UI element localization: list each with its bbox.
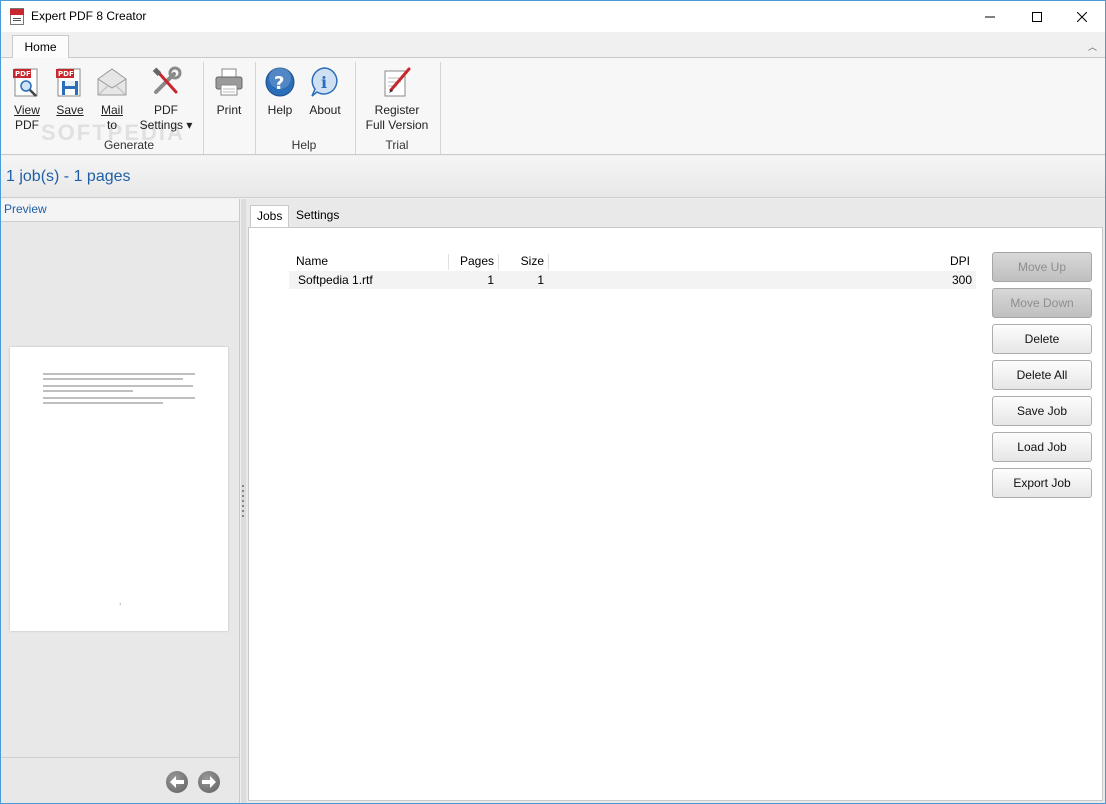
pdf-settings-label-1: PDF — [154, 103, 178, 117]
splitter-grip — [242, 485, 244, 487]
delete-all-button[interactable]: Delete All — [992, 360, 1092, 390]
mail-icon — [97, 68, 127, 96]
tools-icon — [152, 66, 182, 94]
save-pdf-icon: PDF — [56, 68, 81, 97]
app-window: Expert PDF 8 Creator Home ︿ SOFTPEDIA PD… — [0, 0, 1106, 804]
register-icon — [384, 67, 411, 97]
arrow-left-icon — [170, 776, 184, 788]
info-icon: i — [311, 67, 338, 97]
help-button[interactable]: ? Help — [263, 66, 297, 118]
ribbon-collapse-icon[interactable]: ︿ — [1088, 40, 1097, 53]
about-button[interactable]: i About — [305, 66, 345, 118]
splitter-grip — [242, 505, 244, 507]
splitter-grip — [242, 500, 244, 502]
jobs-content: Name Pages Size DPI Softpedia 1.rtf 1 1 … — [248, 227, 1103, 801]
splitter-grip — [242, 510, 244, 512]
save-job-button[interactable]: Save Job — [992, 396, 1092, 426]
status-strip: 1 job(s) - 1 pages — [1, 156, 1105, 198]
pdf-settings-button[interactable]: PDF Settings ▾ — [137, 66, 195, 133]
table-row[interactable]: Softpedia 1.rtf 1 1 300 — [289, 271, 976, 289]
job-size: 1 — [537, 273, 544, 287]
mail-to-button[interactable]: Mail to — [95, 66, 129, 133]
preview-footer — [1, 757, 239, 803]
job-summary: 1 job(s) - 1 pages — [6, 168, 131, 185]
thumbnail-text-line — [43, 373, 195, 375]
ribbon: SOFTPEDIA PDF View PDF PDF Save Mail to … — [1, 58, 1105, 155]
minimize-button[interactable] — [967, 1, 1013, 32]
svg-text:PDF: PDF — [15, 70, 31, 78]
thumbnail-text-line — [43, 385, 193, 387]
mail-label-1: Mail — [100, 103, 123, 117]
splitter-grip — [242, 490, 244, 492]
preview-pane: Preview 1 — [1, 199, 240, 803]
job-pages: 1 — [487, 273, 494, 287]
page-thumbnail[interactable]: 1 — [10, 347, 228, 631]
view-pdf-label-2: PDF — [15, 118, 39, 132]
save-button[interactable]: PDF Save — [53, 66, 87, 118]
svg-text:i: i — [321, 73, 327, 92]
title-bar: Expert PDF 8 Creator — [1, 1, 1105, 32]
maximize-button[interactable] — [1014, 1, 1060, 32]
svg-text:?: ? — [274, 73, 284, 94]
move-up-button[interactable]: Move Up — [992, 252, 1092, 282]
view-pdf-button[interactable]: PDF View PDF — [9, 66, 45, 133]
thumbnail-text-line — [43, 378, 183, 380]
tab-jobs[interactable]: Jobs — [250, 205, 290, 228]
view-pdf-icon: PDF — [13, 68, 38, 97]
tab-settings[interactable]: Settings — [290, 205, 345, 227]
view-pdf-label-1: View — [14, 103, 40, 117]
thumbnail-page-number: 1 — [119, 601, 122, 606]
export-job-button[interactable]: Export Job — [992, 468, 1092, 498]
jobs-panel: Jobs Settings Name Pages Size DPI Softpe… — [246, 199, 1105, 803]
group-label-generate: Generate — [103, 138, 155, 152]
group-separator — [255, 62, 256, 154]
column-header-name[interactable]: Name — [296, 252, 328, 270]
ribbon-tab-bar: Home ︿ — [1, 32, 1105, 59]
print-label: Print — [216, 103, 242, 117]
minimize-icon — [985, 16, 995, 17]
column-header-pages[interactable]: Pages — [449, 252, 494, 270]
preview-header: Preview — [1, 199, 239, 222]
maximize-icon — [1032, 11, 1042, 22]
close-icon — [1077, 11, 1087, 22]
thumbnail-text-line — [43, 390, 133, 392]
preview-label: Preview — [4, 202, 47, 216]
arrow-right-icon — [202, 776, 216, 788]
group-separator — [440, 62, 441, 154]
help-label: Help — [267, 103, 293, 117]
previous-page-button[interactable] — [166, 771, 188, 793]
job-dpi: 300 — [951, 273, 972, 287]
thumbnail-text-line — [43, 402, 163, 404]
pdf-settings-label-2: Settings ▾ — [139, 118, 193, 132]
window-title: Expert PDF 8 Creator — [31, 9, 147, 23]
about-label: About — [309, 103, 341, 117]
print-button[interactable]: Print — [211, 66, 247, 118]
printer-icon — [215, 68, 243, 96]
group-label-trial: Trial — [385, 138, 409, 152]
job-name: Softpedia 1.rtf — [298, 273, 373, 287]
group-separator — [355, 62, 356, 154]
column-header-dpi[interactable]: DPI — [889, 252, 970, 270]
load-job-button[interactable]: Load Job — [992, 432, 1092, 462]
move-down-button[interactable]: Move Down — [992, 288, 1092, 318]
next-page-button[interactable] — [198, 771, 220, 793]
group-label-help: Help — [291, 138, 317, 152]
register-label-1: Register — [374, 103, 420, 117]
mail-label-2: to — [106, 118, 117, 132]
column-header-size[interactable]: Size — [499, 252, 544, 270]
column-separator[interactable] — [548, 254, 549, 270]
splitter-grip — [242, 495, 244, 497]
tab-home[interactable]: Home — [12, 35, 69, 59]
register-button[interactable]: Register Full Version — [363, 66, 431, 133]
thumbnail-text-line — [43, 397, 195, 399]
group-separator — [203, 62, 204, 154]
pdf-app-icon — [10, 8, 24, 25]
svg-text:PDF: PDF — [58, 70, 74, 78]
close-button[interactable] — [1059, 1, 1105, 32]
register-label-2: Full Version — [365, 118, 429, 132]
delete-button[interactable]: Delete — [992, 324, 1092, 354]
splitter-grip — [242, 515, 244, 517]
save-label: Save — [56, 103, 84, 117]
help-icon: ? — [265, 67, 295, 97]
